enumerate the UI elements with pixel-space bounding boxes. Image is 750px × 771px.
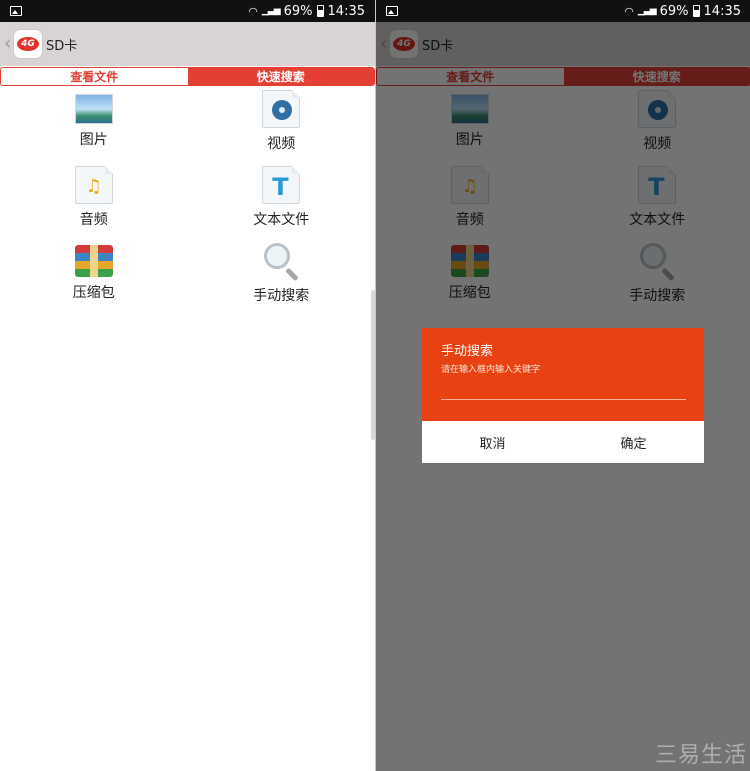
battery-percent: 69% <box>659 3 689 19</box>
category-archives[interactable]: 压缩包 <box>0 242 188 310</box>
battery-percent: 69% <box>283 3 313 19</box>
video-icon <box>262 90 301 128</box>
keyword-input-underline[interactable] <box>441 399 686 400</box>
status-time: 14:35 <box>703 3 741 19</box>
app-bar: ‹ 4G SD卡 <box>0 22 375 66</box>
tab-view-files[interactable]: 查看文件 <box>1 68 188 85</box>
page-title: SD卡 <box>46 38 78 54</box>
text-file-icon: T <box>262 166 301 204</box>
dialog-header: 手动搜索 请在输入框内输入关键字 <box>422 328 704 421</box>
category-manual-search[interactable]: 手动搜索 <box>188 242 376 310</box>
status-time: 14:35 <box>327 3 365 19</box>
magnifier-icon <box>262 242 300 282</box>
battery-icon <box>316 5 324 17</box>
app-logo-mark: 4G <box>17 37 39 51</box>
category-text-files[interactable]: T 文本文件 <box>188 166 376 234</box>
gallery-notification-icon <box>386 6 398 16</box>
status-bar: ◠ ▁▃▅ 69% 14:35 <box>376 0 750 22</box>
category-audio[interactable]: ♫ 音频 <box>0 166 188 234</box>
dialog-hint: 请在输入框内输入关键字 <box>441 365 541 375</box>
category-pictures[interactable]: 图片 <box>0 90 188 158</box>
watermark: 三易生活 <box>654 743 747 768</box>
cancel-button[interactable]: 取消 <box>422 421 563 463</box>
signal-icon: ▁▃▅ <box>637 6 657 16</box>
signal-icon: ▁▃▅ <box>261 6 281 16</box>
category-videos[interactable]: 视频 <box>188 90 376 158</box>
wifi-icon: ◠ <box>248 4 258 18</box>
screen-right: ◠ ▁▃▅ 69% 14:35 ‹ 4G SD卡 查看文件 快速搜索 图片 视频… <box>376 0 750 771</box>
audio-icon: ♫ <box>74 166 113 204</box>
category-label: 文本文件 <box>253 212 310 228</box>
tab-bar: 查看文件 快速搜索 <box>0 67 375 86</box>
tab-quick-search[interactable]: 快速搜索 <box>187 68 374 85</box>
confirm-button[interactable]: 确定 <box>563 421 704 463</box>
gallery-notification-icon <box>10 6 22 16</box>
category-label: 视频 <box>267 136 296 152</box>
dialog-actions: 取消 确定 <box>422 421 704 463</box>
archive-icon <box>74 245 113 277</box>
category-label: 压缩包 <box>72 285 115 301</box>
category-label: 图片 <box>79 132 108 148</box>
back-chevron-icon[interactable]: ‹ <box>4 35 14 53</box>
category-label: 手动搜索 <box>253 288 310 304</box>
app-logo: 4G <box>14 30 42 58</box>
category-label: 音频 <box>79 212 108 228</box>
battery-icon <box>692 5 700 17</box>
picture-icon <box>74 94 113 124</box>
dialog-title: 手动搜索 <box>441 344 494 359</box>
screen-left: ◠ ▁▃▅ 69% 14:35 ‹ 4G SD卡 查看文件 快速搜索 图片 视频… <box>0 0 375 771</box>
manual-search-dialog: 手动搜索 请在输入框内输入关键字 取消 确定 <box>422 328 704 463</box>
wifi-icon: ◠ <box>624 4 634 18</box>
category-grid: 图片 视频 ♫ 音频 T 文本文件 压缩包 手动搜索 <box>0 86 375 310</box>
status-bar: ◠ ▁▃▅ 69% 14:35 <box>0 0 375 22</box>
